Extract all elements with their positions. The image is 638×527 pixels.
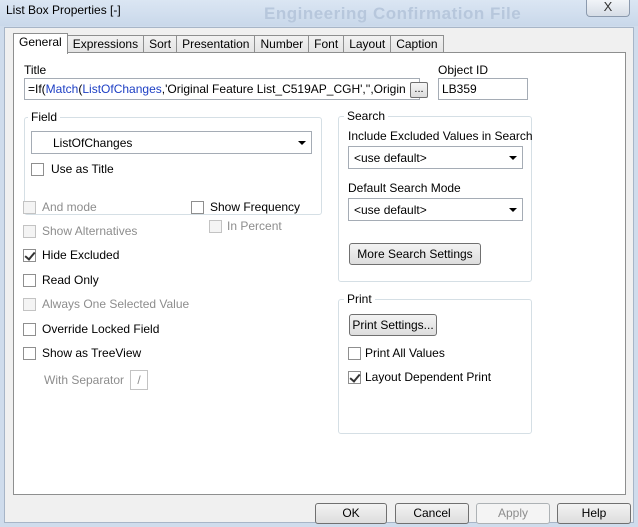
default-search-mode-label: Default Search Mode bbox=[348, 181, 461, 195]
and-mode-label: And mode bbox=[42, 200, 97, 214]
help-button[interactable]: Help bbox=[557, 503, 631, 524]
always-one-selected-checkbox[interactable] bbox=[23, 298, 36, 311]
include-excluded-select[interactable]: <use default> bbox=[348, 146, 523, 169]
search-group-label: Search bbox=[344, 109, 389, 123]
hide-excluded-label: Hide Excluded bbox=[42, 248, 120, 262]
read-only-checkbox[interactable] bbox=[23, 274, 36, 287]
close-button[interactable]: X bbox=[586, 0, 630, 17]
field-group-label: Field bbox=[28, 110, 61, 124]
object-id-field[interactable]: LB359 bbox=[438, 78, 528, 100]
in-percent-checkbox[interactable] bbox=[209, 220, 222, 233]
layout-dependent-print-checkbox[interactable] bbox=[348, 371, 361, 384]
apply-button[interactable]: Apply bbox=[476, 503, 550, 524]
title-expression-field[interactable]: =If(Match(ListOfChanges,'Original Featur… bbox=[24, 78, 420, 100]
tab-presentation[interactable]: Presentation bbox=[176, 35, 255, 53]
ok-button[interactable]: OK bbox=[315, 503, 387, 524]
tab-layout[interactable]: Layout bbox=[343, 35, 391, 53]
title-expr-field: ListOfChanges bbox=[82, 82, 162, 96]
with-separator-label: With Separator bbox=[44, 373, 125, 387]
title-label: Title bbox=[24, 63, 47, 77]
default-search-mode-value: <use default> bbox=[354, 203, 427, 217]
field-select-value: ListOfChanges bbox=[53, 136, 133, 150]
title-bar: List Box Properties [-] Engineering Conf… bbox=[0, 0, 638, 26]
title-expr-rest: ,'Original Feature List_C519AP_CGH','',O… bbox=[161, 82, 406, 96]
and-mode-checkbox[interactable] bbox=[23, 201, 36, 214]
use-as-title-label: Use as Title bbox=[51, 162, 114, 176]
override-locked-label: Override Locked Field bbox=[42, 322, 160, 336]
include-excluded-label: Include Excluded Values in Search bbox=[348, 129, 533, 143]
background-window-title: Engineering Confirmation File bbox=[264, 4, 522, 23]
show-alternatives-label: Show Alternatives bbox=[42, 224, 138, 238]
override-locked-checkbox[interactable] bbox=[23, 323, 36, 336]
window-title: List Box Properties [-] bbox=[6, 3, 121, 17]
layout-dependent-print-label: Layout Dependent Print bbox=[365, 370, 492, 384]
tab-general[interactable]: General bbox=[13, 33, 68, 54]
tab-expressions[interactable]: Expressions bbox=[66, 35, 144, 53]
chevron-down-icon bbox=[509, 156, 517, 160]
title-expr-prefix: =If( bbox=[28, 82, 46, 96]
general-tab-panel: Title =If(Match(ListOfChanges,'Original … bbox=[13, 52, 626, 495]
tab-font[interactable]: Font bbox=[308, 35, 344, 53]
in-percent-label: In Percent bbox=[227, 219, 282, 233]
print-all-values-checkbox[interactable] bbox=[348, 347, 361, 360]
more-search-settings-button[interactable]: More Search Settings bbox=[349, 243, 481, 265]
show-as-treeview-checkbox[interactable] bbox=[23, 347, 36, 360]
tab-strip: General Expressions Sort Presentation Nu… bbox=[13, 33, 444, 54]
use-as-title-checkbox[interactable] bbox=[31, 163, 44, 176]
cancel-button[interactable]: Cancel bbox=[395, 503, 469, 524]
dialog-client: General Expressions Sort Presentation Nu… bbox=[4, 27, 634, 524]
read-only-label: Read Only bbox=[42, 273, 99, 287]
object-id-label: Object ID bbox=[438, 63, 489, 77]
show-frequency-label: Show Frequency bbox=[210, 200, 301, 214]
field-select[interactable]: ListOfChanges bbox=[31, 131, 312, 154]
tab-caption[interactable]: Caption bbox=[390, 35, 444, 53]
show-as-treeview-label: Show as TreeView bbox=[42, 346, 142, 360]
title-expression-edit-button[interactable]: ... bbox=[410, 82, 428, 98]
show-frequency-checkbox[interactable] bbox=[191, 201, 204, 214]
chevron-down-icon bbox=[509, 208, 517, 212]
show-alternatives-checkbox[interactable] bbox=[23, 225, 36, 238]
include-excluded-value: <use default> bbox=[354, 151, 427, 165]
separator-field[interactable]: / bbox=[130, 370, 148, 390]
tab-sort[interactable]: Sort bbox=[143, 35, 177, 53]
title-expr-function: Match bbox=[45, 82, 79, 96]
print-group-label: Print bbox=[344, 292, 375, 306]
chevron-down-icon bbox=[298, 141, 306, 145]
print-settings-button[interactable]: Print Settings... bbox=[349, 314, 437, 336]
print-all-values-label: Print All Values bbox=[365, 346, 445, 360]
tab-number[interactable]: Number bbox=[254, 35, 309, 53]
hide-excluded-checkbox[interactable] bbox=[23, 249, 36, 262]
close-icon: X bbox=[603, 0, 613, 14]
always-one-selected-label: Always One Selected Value bbox=[42, 297, 190, 311]
default-search-mode-select[interactable]: <use default> bbox=[348, 198, 523, 221]
